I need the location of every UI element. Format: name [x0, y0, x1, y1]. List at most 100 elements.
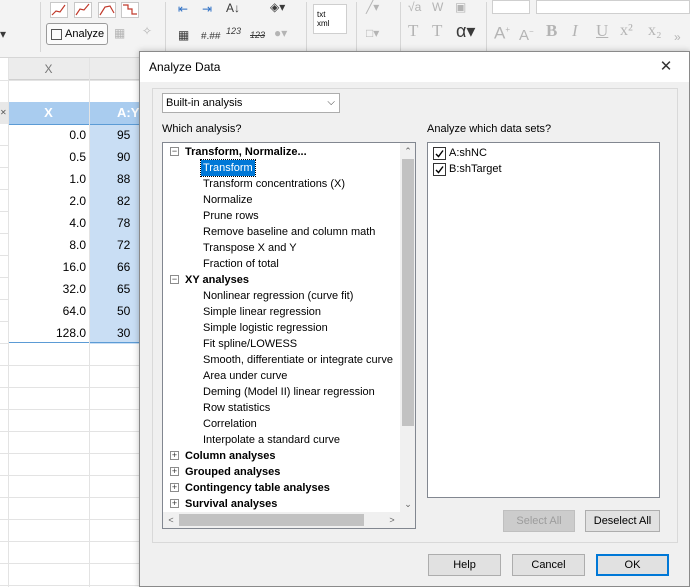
- dataset-checkbox[interactable]: [433, 162, 446, 176]
- move-left-icon[interactable]: ⇤: [178, 2, 188, 16]
- fill-color-icon[interactable]: ◈▾: [270, 0, 285, 14]
- survival-chart-icon[interactable]: [121, 2, 139, 18]
- tree-category-label: Contingency table analyses: [185, 482, 330, 494]
- chart-type-icon[interactable]: [74, 2, 92, 18]
- tree-category-label: Survival analyses: [185, 498, 278, 510]
- scroll-down-icon[interactable]: ⌄: [400, 496, 415, 512]
- collapse-icon[interactable]: −: [170, 147, 179, 156]
- text-format-alt-icon[interactable]: T: [432, 22, 442, 39]
- move-right-icon[interactable]: ⇥: [202, 2, 212, 16]
- datasets-list[interactable]: A:shNC B:shTarget: [427, 142, 660, 498]
- column-title-x[interactable]: X: [8, 102, 89, 124]
- dataset-item[interactable]: B:shTarget: [433, 161, 502, 177]
- dataset-checkbox[interactable]: [433, 146, 446, 160]
- scroll-thumb[interactable]: [179, 514, 364, 526]
- collapse-icon[interactable]: −: [170, 275, 179, 284]
- grid-line: [0, 519, 140, 520]
- tree-item-label: Normalize: [203, 194, 253, 206]
- column-header-y[interactable]: [90, 58, 140, 80]
- shape-icon[interactable]: □▾: [366, 26, 379, 40]
- tree-category-label: Grouped analyses: [185, 466, 281, 478]
- chart-type-icon[interactable]: [98, 2, 116, 18]
- expand-icon[interactable]: +: [170, 467, 179, 476]
- tree-item-label: Simple linear regression: [203, 306, 321, 318]
- grid-line: [0, 431, 140, 432]
- bold-icon[interactable]: B: [546, 22, 557, 39]
- tree-item-label: Fraction of total: [203, 258, 279, 270]
- grid-line: [0, 563, 140, 564]
- tree-item-label: Transform: [200, 159, 256, 177]
- expand-icon[interactable]: +: [170, 451, 179, 460]
- tree-item-label: Row statistics: [203, 402, 271, 414]
- expand-icon[interactable]: +: [170, 499, 179, 508]
- dropdown-arrow-icon[interactable]: ▾: [0, 27, 6, 41]
- ok-button[interactable]: OK: [596, 554, 669, 576]
- tree-category-label: Column analyses: [185, 450, 276, 462]
- grid-line: [0, 80, 140, 81]
- image-icon[interactable]: ▣: [455, 0, 466, 14]
- italic-icon[interactable]: I: [572, 22, 578, 39]
- line-style-icon[interactable]: ╱▾: [366, 0, 379, 14]
- text-format-icon[interactable]: T: [408, 22, 418, 39]
- tree-item-label: Nonlinear regression (curve fit): [203, 290, 354, 302]
- scroll-left-icon[interactable]: <: [163, 512, 179, 528]
- magic-wand-icon[interactable]: ✧: [142, 24, 152, 38]
- expand-icon[interactable]: +: [170, 483, 179, 492]
- grid-line: [8, 58, 9, 587]
- chart-type-icon[interactable]: [50, 2, 68, 18]
- insert-text-object-button[interactable]: txt xml: [313, 4, 347, 34]
- deselect-all-button[interactable]: Deselect All: [585, 510, 660, 532]
- grid-line: [0, 409, 140, 410]
- font-name-field[interactable]: [492, 0, 530, 14]
- tree-item-label: Remove baseline and column math: [203, 226, 376, 238]
- decimal-format-icon[interactable]: #.##: [201, 30, 220, 44]
- grid-line: [0, 387, 140, 388]
- superscript-icon[interactable]: x²: [620, 23, 633, 39]
- close-icon[interactable]: ✕: [657, 58, 675, 76]
- insert-table-icon[interactable]: ▦: [178, 28, 189, 42]
- underline-icon[interactable]: U: [596, 22, 608, 39]
- symbol-icon[interactable]: »: [674, 30, 681, 44]
- font-size-field[interactable]: [536, 0, 690, 14]
- tree-horizontal-scrollbar[interactable]: < >: [163, 512, 400, 528]
- color-picker-icon[interactable]: ●▾: [274, 26, 287, 40]
- analysis-tree[interactable]: − Transform, Normalize... Transform Transfo…: [162, 142, 416, 529]
- tree-item-label: Transform concentrations (X): [203, 178, 346, 190]
- scroll-right-icon[interactable]: >: [384, 512, 400, 528]
- toolbar-separator: [40, 2, 41, 52]
- shrink-font-icon[interactable]: A−: [519, 25, 534, 43]
- tree-category-label: Transform, Normalize...: [185, 146, 307, 158]
- symbol-alpha-icon[interactable]: α▾: [456, 22, 475, 40]
- word-icon[interactable]: W: [432, 0, 443, 14]
- analyze-data-dialog: Analyze Data ✕ Built-in analysis ⌵ Which…: [139, 51, 690, 587]
- subscript-icon[interactable]: x₂: [648, 23, 662, 39]
- column-title-y[interactable]: A:Y: [90, 102, 140, 124]
- grow-font-icon[interactable]: A+: [494, 23, 510, 42]
- number-format-clear-icon[interactable]: 123: [250, 28, 265, 42]
- which-analysis-label: Which analysis?: [162, 123, 242, 135]
- grid-line: [0, 541, 140, 542]
- sqrt-icon[interactable]: √a: [408, 0, 421, 14]
- scroll-up-icon[interactable]: ⌃: [400, 143, 415, 159]
- column-header-x[interactable]: X: [8, 58, 89, 80]
- sort-icon[interactable]: A↓: [226, 1, 240, 15]
- analysis-source-value: Built-in analysis: [166, 97, 243, 109]
- grid-line: [0, 497, 140, 498]
- number-format-icon[interactable]: 123: [226, 24, 241, 38]
- tree-category-label: XY analyses: [185, 274, 250, 286]
- toolbar-separator: [306, 2, 307, 52]
- tree-vertical-scrollbar[interactable]: ⌃ ⌄: [400, 143, 415, 512]
- row-selector[interactable]: ✕: [0, 102, 8, 124]
- toolbar-separator: [400, 2, 401, 52]
- help-button[interactable]: Help: [428, 554, 501, 576]
- table-icon[interactable]: ▦: [114, 26, 125, 40]
- cancel-button[interactable]: Cancel: [512, 554, 585, 576]
- scroll-thumb[interactable]: [402, 159, 414, 426]
- select-all-button[interactable]: Select All: [503, 510, 575, 532]
- analysis-source-select[interactable]: Built-in analysis ⌵: [162, 93, 340, 113]
- tree-item-label: Smooth, differentiate or integrate curve: [203, 354, 393, 366]
- dialog-titlebar[interactable]: Analyze Data ✕: [140, 52, 689, 82]
- dataset-item[interactable]: A:shNC: [433, 145, 487, 161]
- analyze-button[interactable]: Analyze: [46, 23, 108, 45]
- dialog-body: Built-in analysis ⌵ Which analysis? Anal…: [152, 88, 678, 543]
